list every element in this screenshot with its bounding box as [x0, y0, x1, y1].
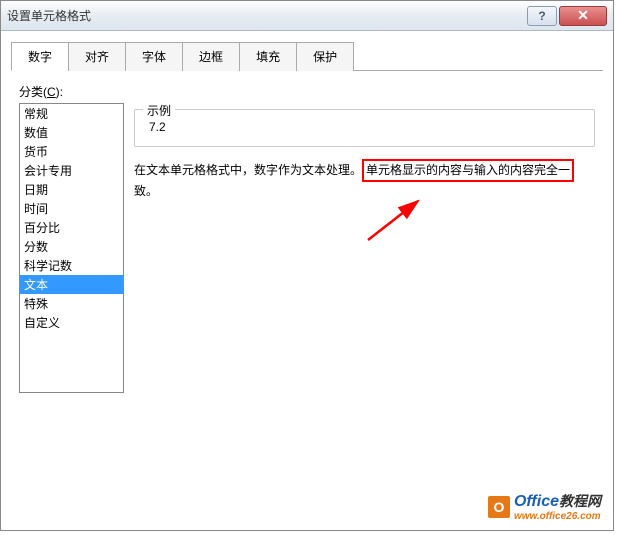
dialog-content: 数字 对齐 字体 边框 填充 保护 分类(C): 常规 数值 货币 会计专用 日… [1, 31, 613, 530]
titlebar-buttons: ? ✕ [525, 6, 607, 26]
category-label-suffix: ): [56, 85, 63, 99]
category-label-key: C [47, 85, 56, 99]
description-before: 在文本单元格格式中，数字作为文本处理。 [134, 163, 362, 177]
close-button[interactable]: ✕ [559, 6, 607, 26]
watermark-main: Office [514, 493, 559, 510]
tab-alignment[interactable]: 对齐 [68, 42, 126, 71]
tab-protection[interactable]: 保护 [296, 42, 354, 71]
list-item[interactable]: 数值 [20, 123, 123, 142]
list-item[interactable]: 科学记数 [20, 256, 123, 275]
category-label-prefix: 分类( [19, 85, 47, 99]
help-button[interactable]: ? [527, 6, 557, 26]
list-item[interactable]: 常规 [20, 104, 123, 123]
panel-body: 常规 数值 货币 会计专用 日期 时间 百分比 分数 科学记数 文本 特殊 自定… [19, 103, 595, 526]
description-after: 致。 [134, 184, 158, 198]
sample-legend: 示例 [143, 102, 175, 119]
list-item[interactable]: 时间 [20, 199, 123, 218]
list-item[interactable]: 自定义 [20, 313, 123, 332]
list-item[interactable]: 日期 [20, 180, 123, 199]
list-item[interactable]: 分数 [20, 237, 123, 256]
right-pane: 示例 7.2 在文本单元格格式中，数字作为文本处理。单元格显示的内容与输入的内容… [134, 103, 595, 526]
list-item-selected[interactable]: 文本 [20, 275, 123, 294]
tab-number[interactable]: 数字 [11, 42, 69, 71]
tab-panel-number: 分类(C): 常规 数值 货币 会计专用 日期 时间 百分比 分数 科学记数 文… [11, 71, 603, 532]
format-description: 在文本单元格格式中，数字作为文本处理。单元格显示的内容与输入的内容完全一致。 [134, 159, 595, 201]
tab-fill[interactable]: 填充 [239, 42, 297, 71]
watermark-text: Office教程网 www.office26.com [514, 491, 601, 522]
tab-strip: 数字 对齐 字体 边框 填充 保护 [11, 41, 603, 71]
list-item[interactable]: 特殊 [20, 294, 123, 313]
tab-font[interactable]: 字体 [125, 42, 183, 71]
sample-group: 示例 7.2 [134, 109, 595, 147]
tab-border[interactable]: 边框 [182, 42, 240, 71]
sample-value: 7.2 [145, 120, 584, 134]
category-listbox[interactable]: 常规 数值 货币 会计专用 日期 时间 百分比 分数 科学记数 文本 特殊 自定… [19, 103, 124, 393]
category-label: 分类(C): [19, 83, 595, 100]
watermark: O Office教程网 www.office26.com [488, 491, 601, 522]
list-item[interactable]: 百分比 [20, 218, 123, 237]
watermark-url: www.office26.com [514, 511, 601, 522]
window-title: 设置单元格格式 [7, 7, 525, 24]
list-item[interactable]: 货币 [20, 142, 123, 161]
description-highlight: 单元格显示的内容与输入的内容完全一 [362, 159, 574, 182]
titlebar: 设置单元格格式 ? ✕ [1, 1, 613, 31]
watermark-suffix: 教程网 [559, 493, 601, 509]
watermark-logo-icon: O [488, 496, 510, 518]
dialog-window: 设置单元格格式 ? ✕ 数字 对齐 字体 边框 填充 保护 分类(C): 常规 … [0, 0, 614, 531]
list-item[interactable]: 会计专用 [20, 161, 123, 180]
